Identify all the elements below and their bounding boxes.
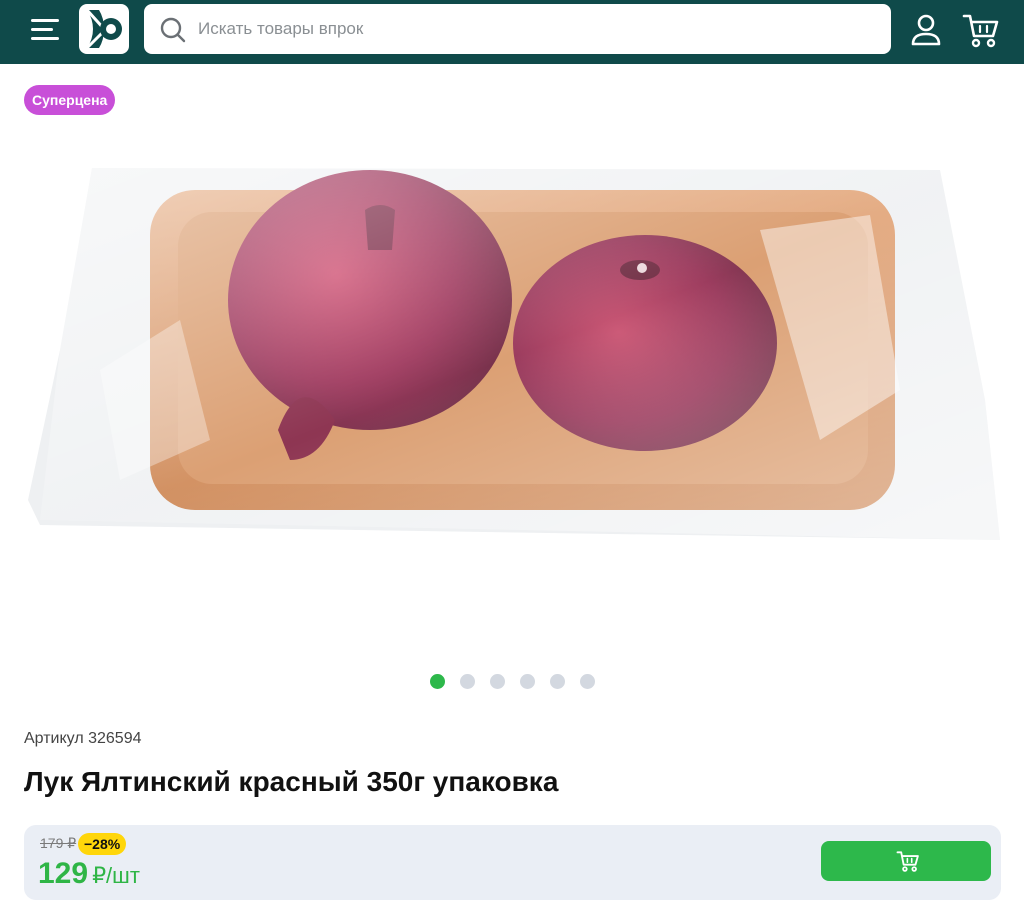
price-value: 129: [38, 857, 89, 890]
cart-button[interactable]: [960, 10, 1002, 50]
discount-badge: −28%: [78, 833, 127, 855]
current-price: 129 ₽/шт: [38, 857, 140, 891]
product-title: Лук Ялтинский красный 350г упаковка: [24, 766, 559, 797]
menu-icon-line: [31, 37, 59, 40]
gallery-dot-2[interactable]: [460, 674, 475, 689]
gallery-dot-4[interactable]: [520, 674, 535, 689]
profile-button[interactable]: [906, 12, 946, 48]
search-input[interactable]: [198, 4, 868, 54]
gallery-dot-6[interactable]: [580, 674, 595, 689]
promo-badge: Суперцена: [24, 85, 116, 115]
search-icon: [160, 17, 186, 43]
add-to-cart-button[interactable]: [821, 841, 991, 881]
menu-icon-line: [31, 28, 53, 31]
top-bar: [0, 0, 1024, 64]
buy-panel: 179 ₽ −28% 129 ₽/шт: [24, 825, 1001, 900]
menu-icon: [31, 19, 59, 22]
gallery-dot-5[interactable]: [550, 674, 565, 689]
onion-package-image: [28, 168, 1000, 540]
logo[interactable]: [79, 4, 129, 54]
cart-icon: [962, 14, 999, 48]
price-unit: ₽/шт: [92, 863, 140, 888]
gallery-dot-3[interactable]: [490, 674, 505, 689]
user-icon: [911, 14, 941, 46]
cart-icon: [896, 851, 919, 872]
old-price: 179 ₽: [40, 835, 77, 851]
gallery-dot-1[interactable]: [430, 674, 445, 689]
product-sku: Артикул 326594: [24, 730, 142, 747]
menu-button[interactable]: [28, 16, 62, 44]
logo-icon: [85, 8, 122, 50]
product-image[interactable]: [0, 140, 1024, 660]
search-bar: [144, 4, 891, 54]
